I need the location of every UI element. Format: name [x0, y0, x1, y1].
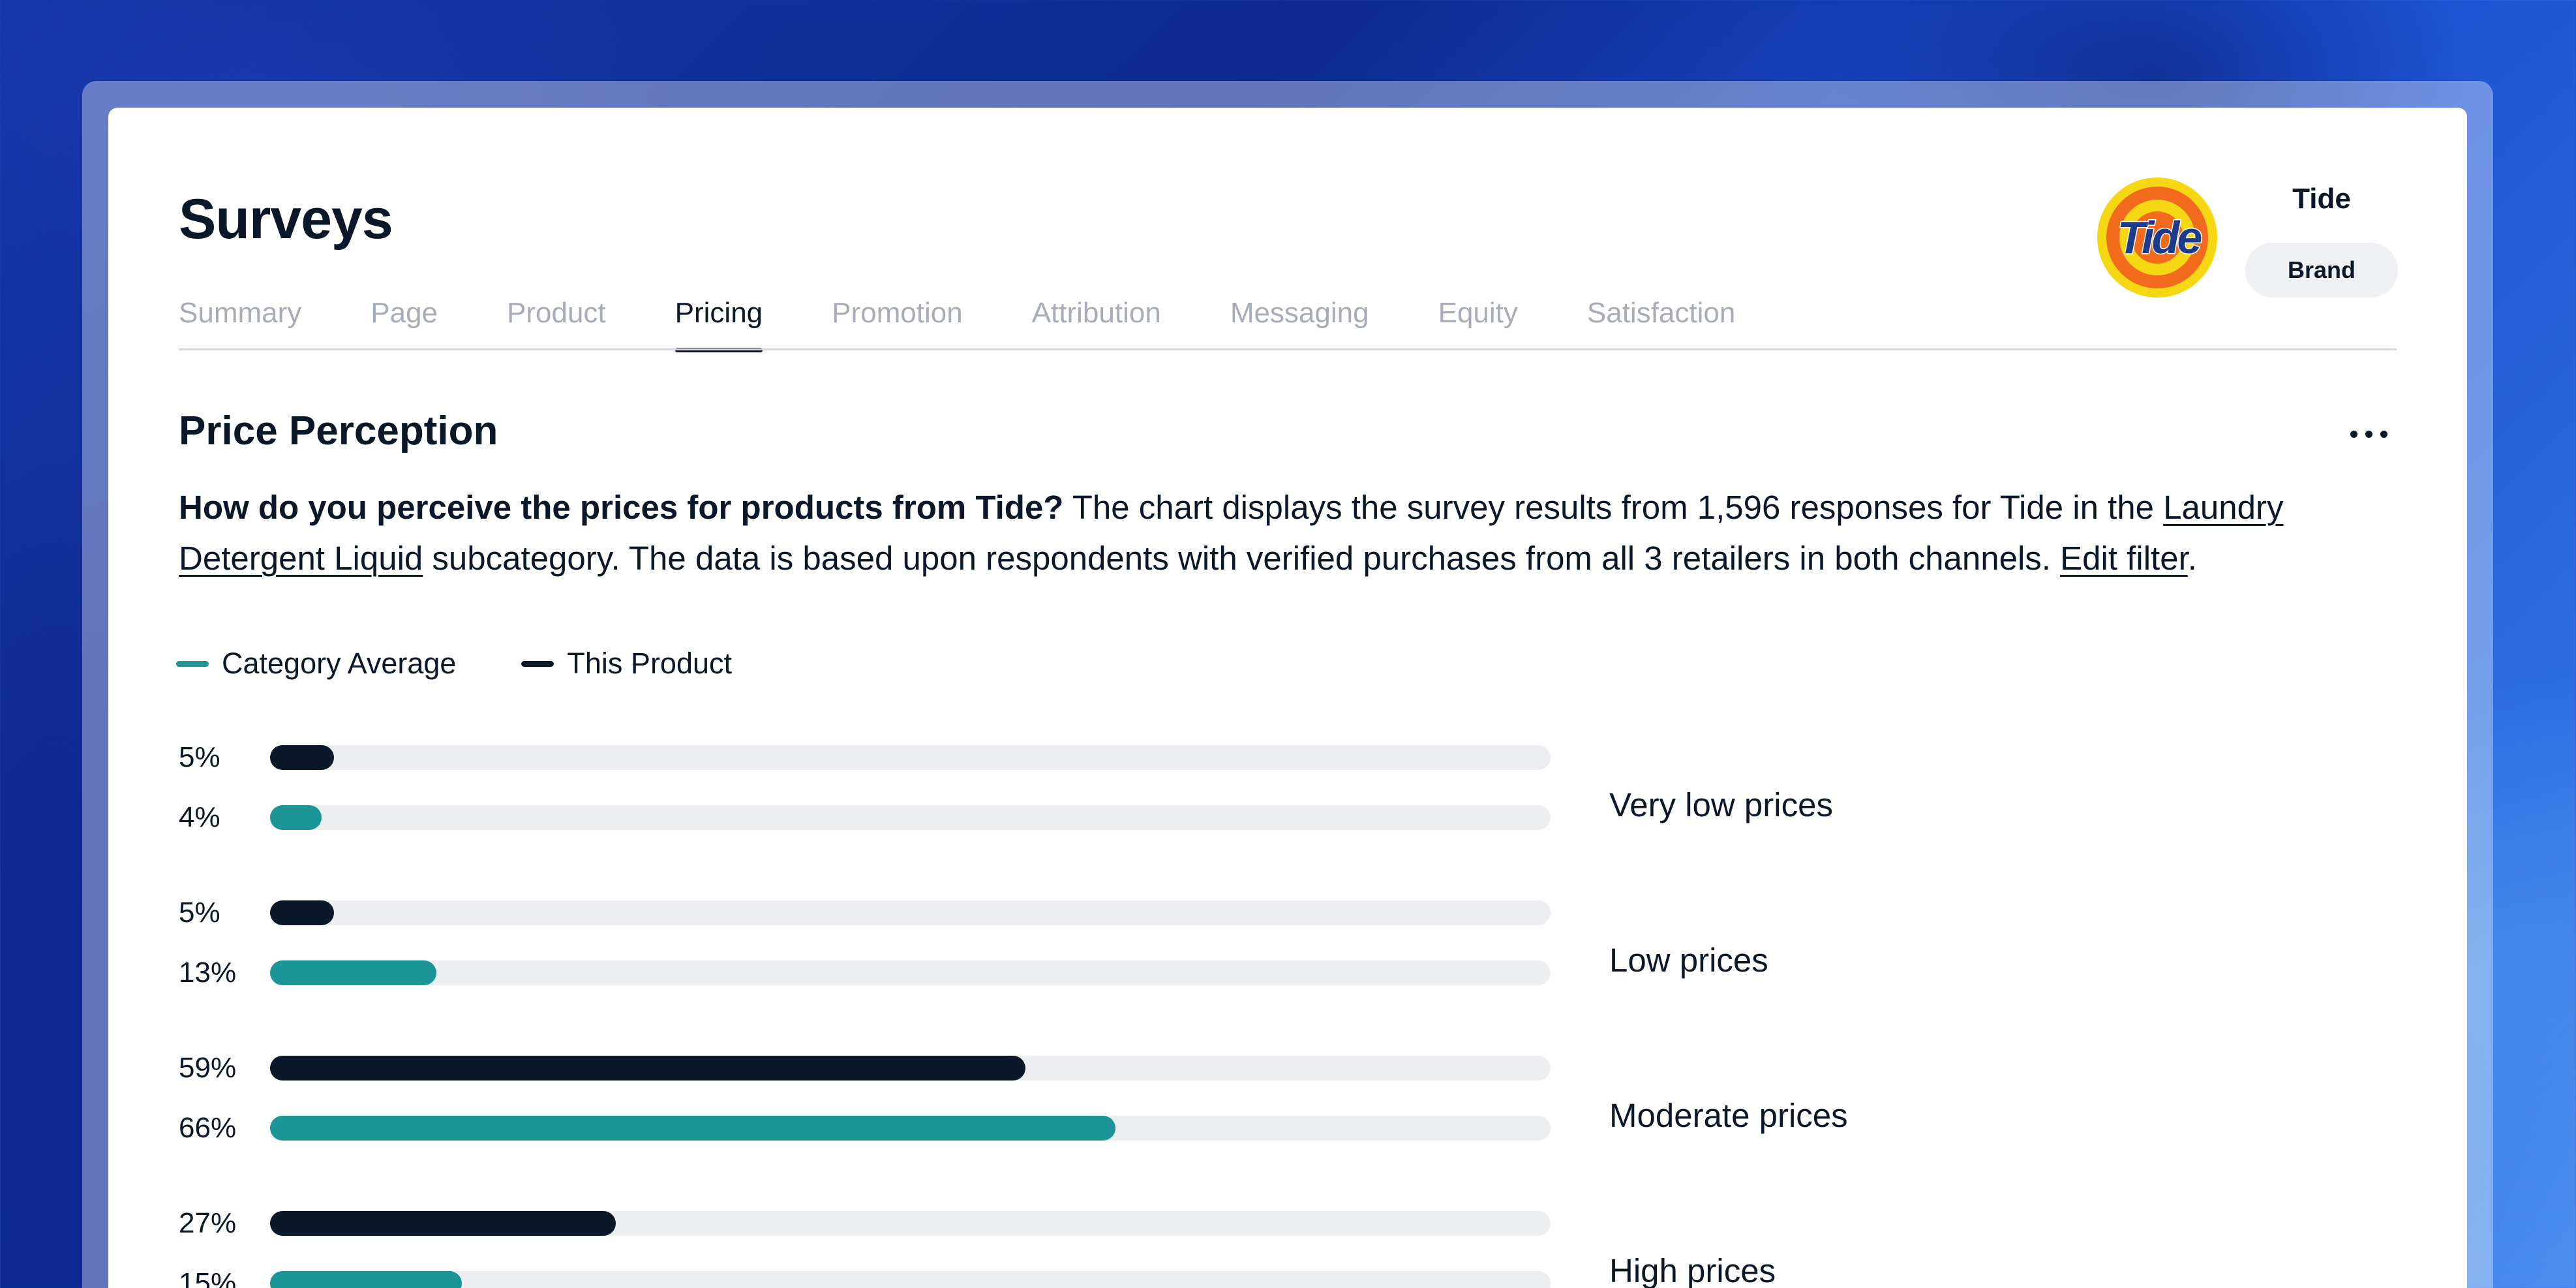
- page-title: Surveys: [179, 188, 393, 251]
- tab-messaging[interactable]: Messaging: [1230, 297, 1369, 350]
- bar-track: [270, 745, 1551, 770]
- bar-track: [270, 900, 1551, 925]
- bar-category: [270, 1271, 462, 1288]
- bar-product: [270, 1056, 1026, 1081]
- category-label: Low prices: [1609, 942, 1768, 979]
- legend-swatch-product: [521, 660, 554, 667]
- tide-logo-text: Tide: [2117, 212, 2202, 263]
- tab-product[interactable]: Product: [507, 297, 606, 350]
- survey-question: How do you perceive the prices for produ…: [179, 489, 1064, 526]
- bar-value-label: 27%: [179, 1207, 237, 1239]
- category-label: High prices: [1609, 1252, 1776, 1288]
- price-perception-chart: 5% 4% Very low prices 5% 13% Low prices 59% 66%…: [179, 728, 2397, 1288]
- bar-value-label: 4%: [179, 801, 220, 833]
- bar-value-label: 13%: [179, 957, 237, 989]
- bar-row-category: 4%: [179, 788, 1679, 848]
- bar-value-label: 5%: [179, 741, 220, 773]
- description-text: .: [2187, 540, 2197, 577]
- bar-category: [270, 1116, 1115, 1141]
- bar-row-category: 13%: [179, 943, 1679, 1003]
- section-description: How do you perceive the prices for produ…: [179, 482, 2397, 584]
- chart-legend: Category Average This Product: [176, 647, 732, 681]
- tab-attribution[interactable]: Attribution: [1032, 297, 1161, 350]
- chart-group: 59% 66% Moderate prices: [179, 1038, 2397, 1193]
- edit-filter-link[interactable]: Edit filter: [2060, 540, 2188, 577]
- ellipsis-icon-dot: [2350, 430, 2357, 438]
- brand-name: Tide: [2292, 183, 2351, 215]
- category-label: Very low prices: [1609, 786, 1833, 823]
- bar-row-product: 5%: [179, 728, 1679, 788]
- description-text: subcategory. The data is based upon resp…: [423, 540, 2061, 577]
- tide-logo: Tide: [2097, 177, 2217, 298]
- legend-label: Category Average: [222, 647, 457, 680]
- tab-summary[interactable]: Summary: [179, 297, 301, 350]
- bar-row-product: 27%: [179, 1193, 1679, 1253]
- ellipsis-icon-dot: [2380, 430, 2387, 438]
- bar-product: [270, 900, 335, 925]
- bar-track: [270, 1271, 1551, 1288]
- legend-item-this-product: This Product: [521, 647, 732, 681]
- bar-category: [270, 960, 437, 985]
- section-title: Price Perception: [179, 408, 498, 453]
- tab-satisfaction[interactable]: Satisfaction: [1587, 297, 1735, 350]
- bar-row-category: 66%: [179, 1098, 1679, 1158]
- tabs-divider: [179, 348, 2397, 350]
- bar-row-product: 59%: [179, 1038, 1679, 1098]
- bar-track: [270, 805, 1551, 830]
- chart-group: 27% 15% High prices: [179, 1193, 2397, 1288]
- bar-product: [270, 1211, 616, 1236]
- brand-badge: Brand: [2245, 243, 2398, 298]
- legend-item-category-average: Category Average: [176, 647, 456, 681]
- tab-pricing[interactable]: Pricing: [674, 297, 763, 352]
- tab-equity[interactable]: Equity: [1438, 297, 1518, 350]
- surveys-card: Surveys Summary Page Product Pricing Pro…: [108, 108, 2467, 1288]
- tab-page[interactable]: Page: [371, 297, 438, 350]
- bar-category: [270, 805, 322, 830]
- tab-promotion[interactable]: Promotion: [832, 297, 963, 350]
- ellipsis-icon-dot: [2365, 430, 2372, 438]
- bar-value-label: 66%: [179, 1112, 237, 1144]
- chart-group: 5% 4% Very low prices: [179, 728, 2397, 883]
- legend-swatch-category: [176, 660, 209, 667]
- bar-track: [270, 960, 1551, 985]
- description-text: The chart displays the survey results fr…: [1063, 489, 2164, 526]
- bar-row-product: 5%: [179, 883, 1679, 943]
- bar-value-label: 59%: [179, 1052, 237, 1084]
- tab-bar: Summary Page Product Pricing Promotion A…: [179, 297, 1735, 352]
- more-options-button[interactable]: [2339, 414, 2398, 453]
- bar-product: [270, 745, 335, 770]
- category-label: Moderate prices: [1609, 1097, 1848, 1134]
- bar-value-label: 15%: [179, 1267, 237, 1288]
- bar-value-label: 5%: [179, 897, 220, 928]
- bar-row-category: 15%: [179, 1253, 1679, 1288]
- legend-label: This Product: [567, 647, 733, 680]
- chart-group: 5% 13% Low prices: [179, 883, 2397, 1038]
